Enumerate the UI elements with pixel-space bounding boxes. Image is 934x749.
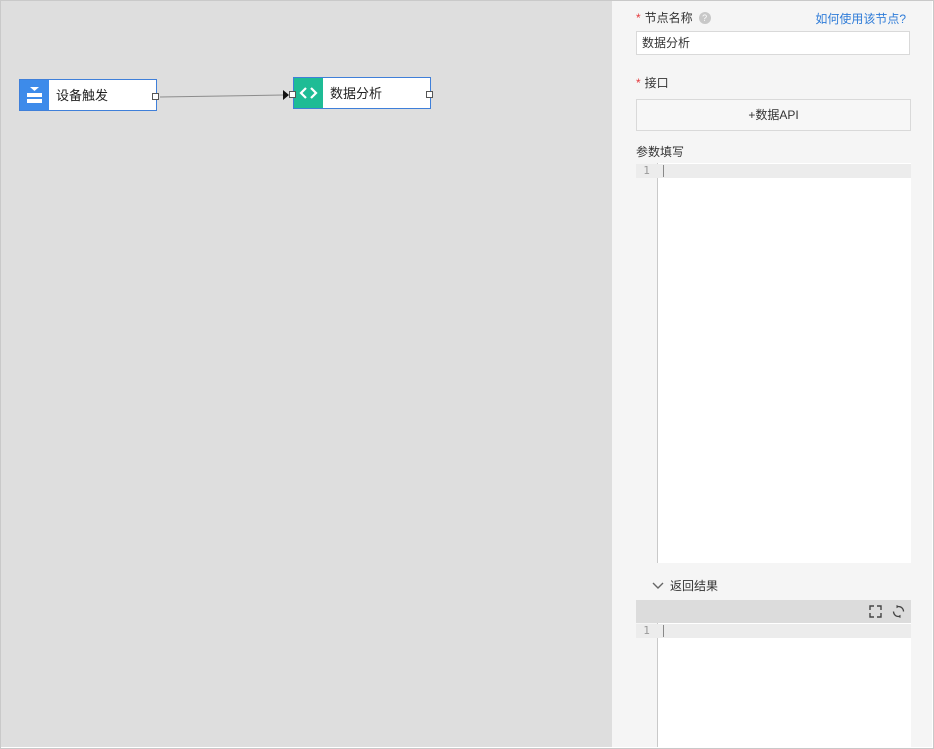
flow-canvas[interactable]: 设备触发 数据分析 xyxy=(1,1,612,747)
result-toolbar xyxy=(636,600,911,623)
interface-label: * 接口 xyxy=(636,74,669,91)
result-editor[interactable]: 1 xyxy=(636,623,911,747)
add-data-api-button[interactable]: +数据API xyxy=(636,99,911,131)
chevron-down-icon xyxy=(652,582,664,589)
interface-label-text: 接口 xyxy=(644,76,669,90)
node-label: 设备触发 xyxy=(56,88,109,103)
refresh-icon[interactable] xyxy=(892,605,905,618)
active-line: 1 xyxy=(636,164,911,178)
output-port[interactable] xyxy=(426,91,433,98)
node-name-input[interactable]: 数据分析 xyxy=(636,31,910,55)
node-device-trigger[interactable]: 设备触发 xyxy=(19,79,157,111)
required-mark: * xyxy=(636,11,641,25)
device-trigger-icon xyxy=(20,80,49,110)
help-icon[interactable]: ? xyxy=(698,12,711,24)
text-cursor xyxy=(663,625,664,637)
editor-gutter xyxy=(636,623,658,747)
result-collapse-toggle[interactable]: 返回结果 xyxy=(652,577,718,594)
help-link[interactable]: 如何使用该节点? xyxy=(815,10,906,27)
input-port[interactable] xyxy=(289,91,296,98)
params-label: 参数填写 xyxy=(636,145,685,159)
node-name-label: * 节点名称? xyxy=(636,9,711,26)
active-line: 1 xyxy=(636,624,911,638)
node-config-panel: * 节点名称? 如何使用该节点? 数据分析 * 接口 +数据API 参数填写 1 返… xyxy=(612,1,932,747)
result-label: 返回结果 xyxy=(670,579,719,593)
text-cursor xyxy=(663,165,664,177)
node-name-label-text: 节点名称 xyxy=(644,11,693,25)
node-label: 数据分析 xyxy=(330,86,383,101)
output-port[interactable] xyxy=(152,93,159,100)
fullscreen-icon[interactable] xyxy=(869,605,882,618)
editor-gutter xyxy=(636,163,658,563)
params-editor[interactable]: 1 xyxy=(636,163,911,563)
line-number: 1 xyxy=(643,164,650,177)
connection-line[interactable] xyxy=(159,94,284,98)
line-number: 1 xyxy=(643,624,650,637)
required-mark: * xyxy=(636,76,641,90)
code-icon xyxy=(294,78,323,108)
node-data-analysis[interactable]: 数据分析 xyxy=(293,77,431,109)
connection-layer xyxy=(159,90,289,100)
